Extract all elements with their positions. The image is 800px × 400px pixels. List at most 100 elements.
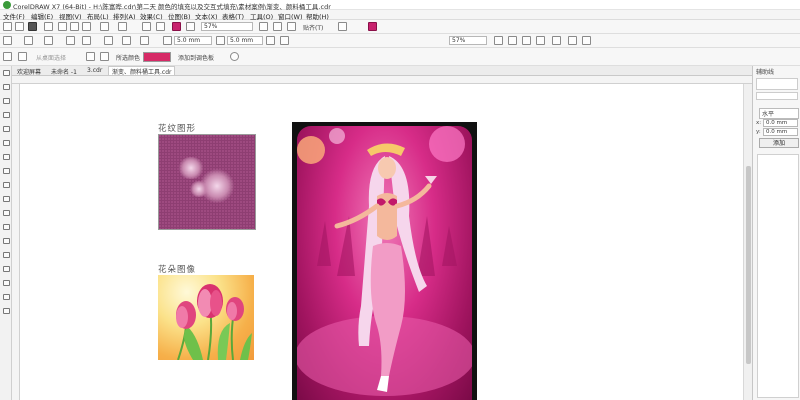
zoom-selected-icon[interactable] xyxy=(522,36,531,45)
artistic-media-tool-icon[interactable] xyxy=(3,140,10,146)
poster-artwork[interactable] xyxy=(292,122,477,400)
eyedropper-property-bar: 从桌面选择 所选颜色 添加到调色板 xyxy=(0,48,800,66)
export-icon[interactable] xyxy=(156,22,165,31)
add-guideline-button[interactable]: 添加 xyxy=(759,138,799,148)
nudge-y-field[interactable]: 5.0 mm xyxy=(227,36,263,45)
open-icon[interactable] xyxy=(15,22,24,31)
docker-title: 辅助线 xyxy=(756,69,775,76)
smart-fill-tool-icon[interactable] xyxy=(3,294,10,300)
document-tabs: 欢迎屏幕 未命名 -1 3.cdr 渐变、颜料桶工具.cdr xyxy=(12,66,752,76)
launch-icon[interactable] xyxy=(368,22,377,31)
all-pages-icon[interactable] xyxy=(66,36,75,45)
text-tool-icon[interactable] xyxy=(3,196,10,202)
show-rulers-icon[interactable] xyxy=(273,22,282,31)
standard-toolbar: 57% 贴齐(T) xyxy=(0,20,800,34)
zoom-out-icon[interactable] xyxy=(508,36,517,45)
selected-color-label: 所选颜色 xyxy=(116,55,141,62)
orientation-select[interactable]: 水平 xyxy=(759,108,799,119)
import-icon[interactable] xyxy=(142,22,151,31)
add-icon[interactable] xyxy=(230,52,239,61)
document-options-icon[interactable] xyxy=(266,36,275,45)
rectangle-tool-icon[interactable] xyxy=(3,154,10,160)
pattern-caption: 花纹图形 xyxy=(158,124,197,134)
guideline-list[interactable] xyxy=(756,92,798,100)
duplicate-distance-icon[interactable] xyxy=(140,36,149,45)
snap-to-dropdown[interactable]: 贴齐(T) xyxy=(303,23,323,32)
eyedropper-icon[interactable] xyxy=(3,52,12,61)
drop-shadow-tool-icon[interactable] xyxy=(3,238,10,244)
nudge-y-icon xyxy=(216,36,225,45)
publish-pdf-icon[interactable] xyxy=(172,22,181,31)
vertical-ruler[interactable] xyxy=(12,84,20,400)
tab-welcome[interactable]: 欢迎屏幕 xyxy=(14,67,44,76)
tulip-illustration xyxy=(176,284,252,360)
tab-untitled[interactable]: 未命名 -1 xyxy=(48,67,80,76)
landscape-icon[interactable] xyxy=(44,36,53,45)
pick-tool-icon[interactable] xyxy=(3,70,10,76)
zoom-all-icon[interactable] xyxy=(536,36,545,45)
crop-tool-icon[interactable] xyxy=(3,98,10,104)
save-icon[interactable] xyxy=(28,22,37,31)
shape-tool-icon[interactable] xyxy=(3,84,10,90)
connector-tool-icon[interactable] xyxy=(3,224,10,230)
outline-tool-icon[interactable] xyxy=(3,308,10,314)
guideline-y-field[interactable]: 0.0 mm xyxy=(763,128,798,136)
redo-icon[interactable] xyxy=(118,22,127,31)
current-page-icon[interactable] xyxy=(82,36,91,45)
horizontal-ruler[interactable] xyxy=(12,76,752,84)
select-color-icon[interactable] xyxy=(86,52,95,61)
select-from-desktop-button[interactable]: 从桌面选择 xyxy=(36,53,66,62)
drawing-scale-icon[interactable] xyxy=(280,36,289,45)
pattern-fill-square[interactable] xyxy=(158,134,256,230)
zoom-page-icon[interactable] xyxy=(552,36,561,45)
guideline-x-field[interactable]: 0.0 mm xyxy=(763,119,798,127)
zoom-tool-icon[interactable] xyxy=(3,112,10,118)
scrollbar-thumb[interactable] xyxy=(746,166,751,364)
add-to-palette-dropdown[interactable]: 添加到调色板 xyxy=(178,53,214,62)
interactive-fill-tool-icon[interactable] xyxy=(3,280,10,286)
poster-background xyxy=(297,126,472,400)
units-icon[interactable] xyxy=(104,36,113,45)
vertical-scrollbar[interactable] xyxy=(743,84,752,400)
tab-active-document[interactable]: 渐变、颜料桶工具.cdr xyxy=(108,66,176,76)
title-bar: CorelDRAW X7 (64-Bit) - H:\陈富晔.cdr\第二天 颜… xyxy=(0,0,800,11)
polygon-tool-icon[interactable] xyxy=(3,182,10,188)
zoom-height-icon[interactable] xyxy=(582,36,591,45)
selected-color-swatch[interactable] xyxy=(143,52,171,62)
new-icon[interactable] xyxy=(3,22,12,31)
ellipse-tool-icon[interactable] xyxy=(3,168,10,174)
paste-icon[interactable] xyxy=(82,22,91,31)
zoom-levels-field[interactable]: 57% xyxy=(449,36,487,45)
guideline-preview xyxy=(756,78,798,90)
options-icon[interactable] xyxy=(338,22,347,31)
eyedropper-tool-icon[interactable] xyxy=(3,266,10,272)
undo-icon[interactable] xyxy=(100,22,109,31)
zoom-level-field[interactable]: 57% xyxy=(201,22,253,31)
cut-icon[interactable] xyxy=(58,22,67,31)
tulip-image[interactable] xyxy=(158,275,254,360)
page-size-icon[interactable] xyxy=(3,36,12,45)
nudge-icon[interactable] xyxy=(122,36,131,45)
menu-bar: 文件(F) 编辑(E) 视图(V) 布局(L) 排列(A) 效果(C) 位图(B… xyxy=(0,10,800,21)
copy-icon[interactable] xyxy=(70,22,79,31)
docker-content-area xyxy=(757,154,799,398)
y-label: y: xyxy=(756,129,761,135)
full-screen-icon[interactable] xyxy=(259,22,268,31)
zoom-width-icon[interactable] xyxy=(568,36,577,45)
tab-3cdr[interactable]: 3.cdr xyxy=(84,67,105,76)
zoom-in-icon[interactable] xyxy=(494,36,503,45)
portrait-icon[interactable] xyxy=(24,36,33,45)
transparency-tool-icon[interactable] xyxy=(3,252,10,258)
apply-color-icon[interactable] xyxy=(100,52,109,61)
parallel-dimension-tool-icon[interactable] xyxy=(3,210,10,216)
toolbox xyxy=(0,66,12,400)
print-icon[interactable] xyxy=(44,22,53,31)
application-launcher-icon[interactable] xyxy=(186,22,195,31)
freehand-tool-icon[interactable] xyxy=(3,126,10,132)
x-label: x: xyxy=(756,120,762,126)
nudge-x-field[interactable]: 5.0 mm xyxy=(174,36,212,45)
color-eyedropper-icon[interactable] xyxy=(18,52,27,61)
nudge-x-icon xyxy=(163,36,172,45)
show-grid-icon[interactable] xyxy=(287,22,296,31)
property-bar: 5.0 mm 5.0 mm 57% xyxy=(0,34,800,48)
